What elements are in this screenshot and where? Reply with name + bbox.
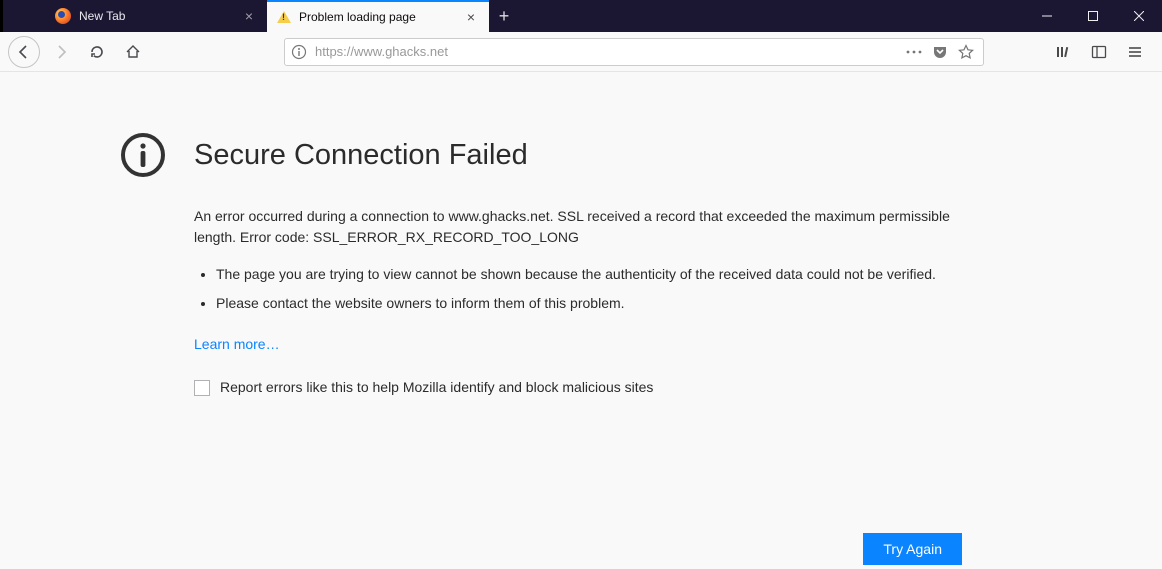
forward-button[interactable] bbox=[46, 37, 76, 67]
bookmark-star-icon[interactable] bbox=[955, 41, 977, 63]
library-icon[interactable] bbox=[1048, 37, 1078, 67]
learn-more-link[interactable]: Learn more… bbox=[194, 334, 280, 355]
tab-new-tab[interactable]: New Tab × bbox=[45, 0, 267, 32]
warning-icon bbox=[277, 11, 291, 23]
close-window-button[interactable] bbox=[1116, 0, 1162, 32]
navigation-toolbar: https://www.ghacks.net bbox=[0, 32, 1162, 72]
tab-label: New Tab bbox=[79, 9, 233, 23]
tab-label: Problem loading page bbox=[299, 10, 455, 24]
minimize-button[interactable] bbox=[1024, 0, 1070, 32]
home-button[interactable] bbox=[118, 37, 148, 67]
tab-strip: New Tab × Problem loading page × + bbox=[45, 0, 519, 32]
report-label: Report errors like this to help Mozilla … bbox=[220, 377, 653, 398]
titlebar: New Tab × Problem loading page × + bbox=[0, 0, 1162, 32]
error-description: An error occurred during a connection to… bbox=[194, 206, 964, 248]
error-block: Secure Connection Failed An error occurr… bbox=[120, 132, 1020, 398]
window-edge bbox=[0, 0, 3, 32]
toolbar-right bbox=[1048, 37, 1154, 67]
error-body: An error occurred during a connection to… bbox=[194, 206, 964, 398]
info-icon bbox=[120, 132, 166, 178]
error-header: Secure Connection Failed bbox=[120, 132, 1020, 178]
close-icon[interactable]: × bbox=[241, 8, 257, 24]
site-info-icon[interactable] bbox=[291, 44, 307, 60]
sidebar-icon[interactable] bbox=[1084, 37, 1114, 67]
new-tab-button[interactable]: + bbox=[489, 0, 519, 32]
page-content: Secure Connection Failed An error occurr… bbox=[0, 72, 1162, 569]
url-bar[interactable]: https://www.ghacks.net bbox=[284, 38, 984, 66]
close-icon[interactable]: × bbox=[463, 9, 479, 25]
error-title: Secure Connection Failed bbox=[194, 139, 528, 172]
try-again-button[interactable]: Try Again bbox=[863, 533, 962, 565]
error-list-item: The page you are trying to view cannot b… bbox=[216, 264, 964, 285]
firefox-icon bbox=[55, 8, 71, 24]
error-list-item: Please contact the website owners to inf… bbox=[216, 293, 964, 314]
pocket-icon[interactable] bbox=[929, 41, 951, 63]
window-controls bbox=[1024, 0, 1162, 32]
maximize-button[interactable] bbox=[1070, 0, 1116, 32]
tab-error-page[interactable]: Problem loading page × bbox=[267, 0, 489, 32]
back-button[interactable] bbox=[8, 36, 40, 68]
report-row: Report errors like this to help Mozilla … bbox=[194, 377, 964, 398]
page-actions-icon[interactable] bbox=[903, 41, 925, 63]
error-list: The page you are trying to view cannot b… bbox=[216, 264, 964, 314]
menu-icon[interactable] bbox=[1120, 37, 1150, 67]
reload-button[interactable] bbox=[82, 37, 112, 67]
url-text: https://www.ghacks.net bbox=[315, 44, 448, 59]
report-checkbox[interactable] bbox=[194, 380, 210, 396]
